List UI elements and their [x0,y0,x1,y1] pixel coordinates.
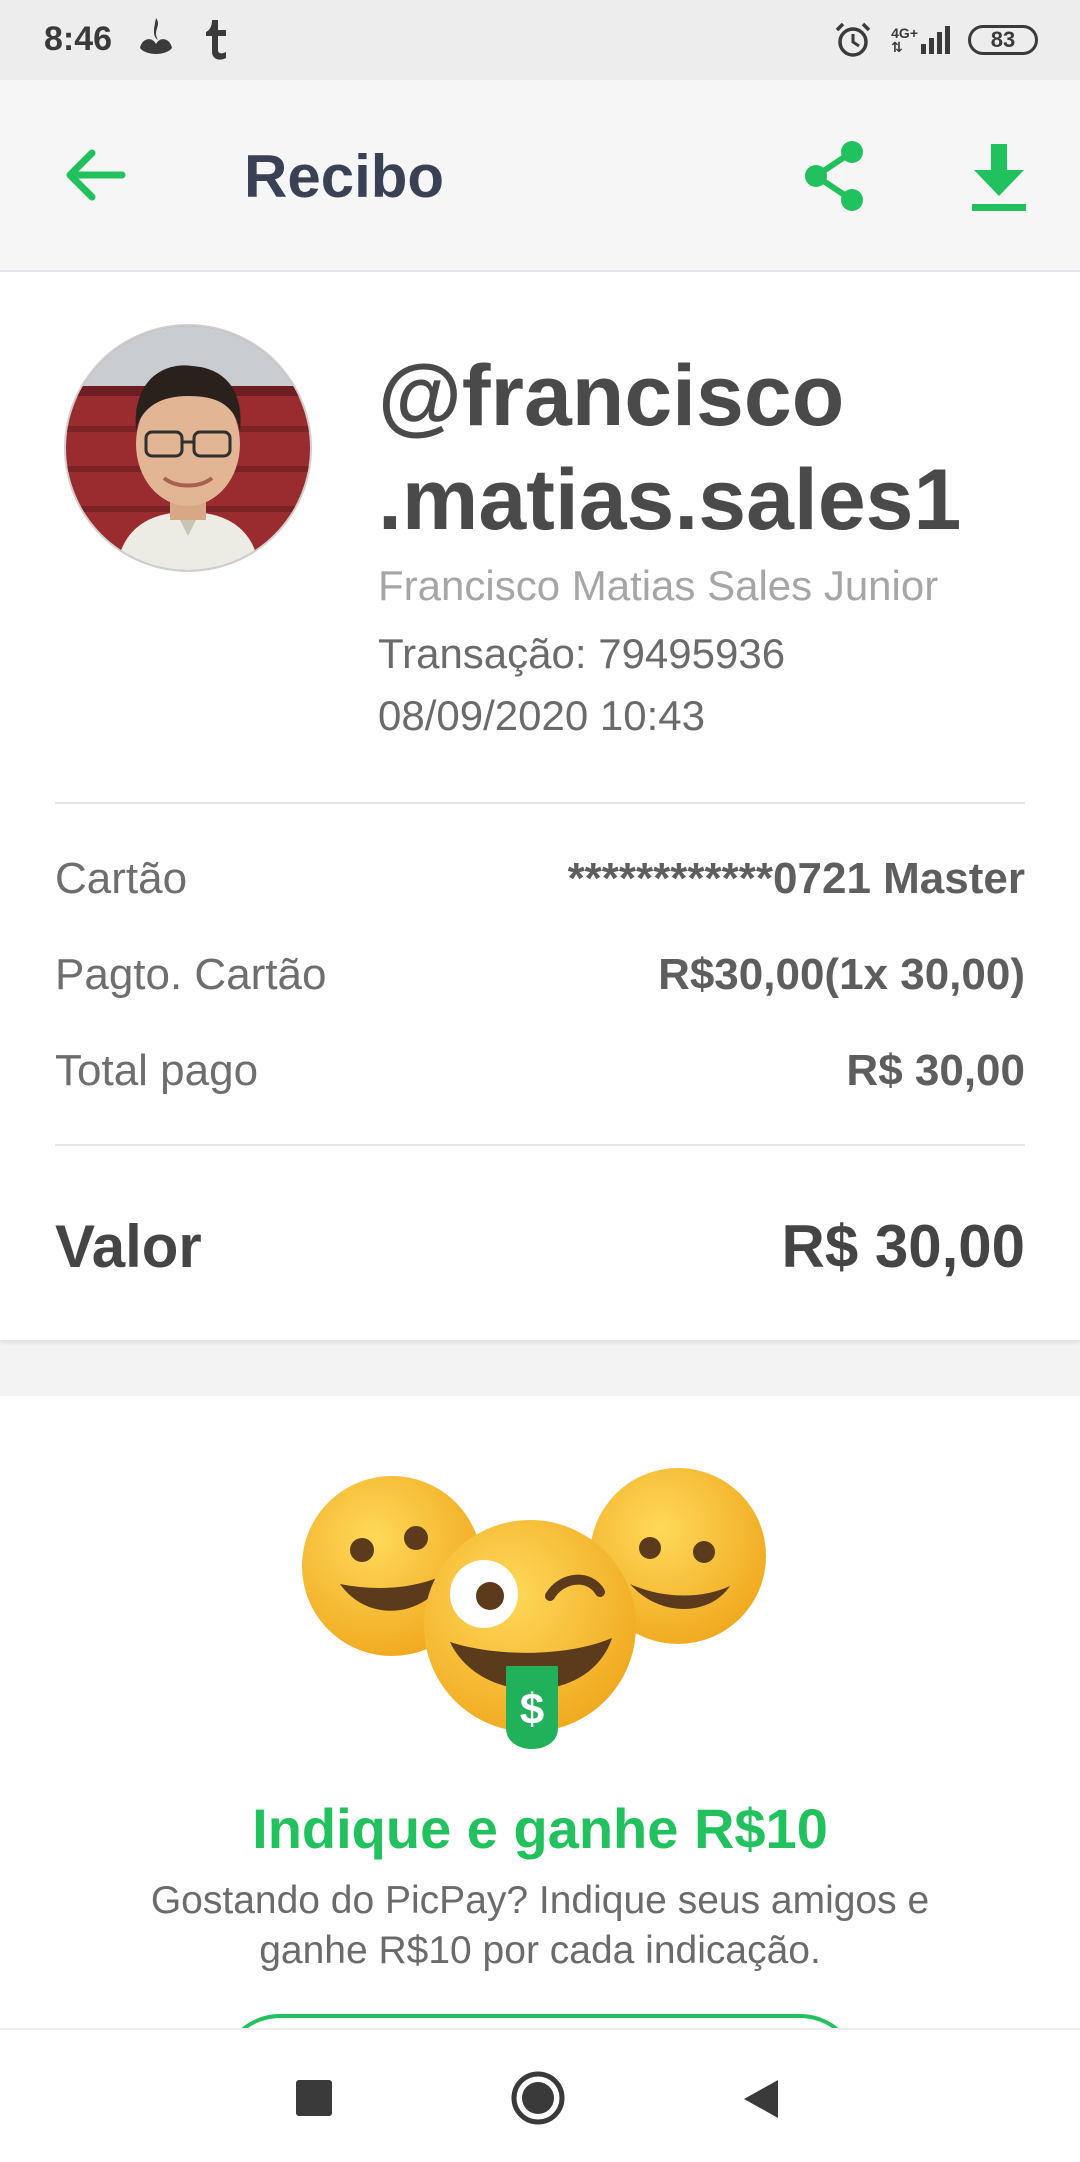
promo-description: Gostando do PicPay? Indique seus amigos … [150,1879,930,1972]
recents-icon[interactable] [296,2080,332,2116]
full-name: Francisco Matias Sales Junior [378,562,939,609]
amount-value: R$ 30,00 [781,1213,1025,1280]
referral-card: $ Indique e ganhe R$10 Gostando do PicPa… [0,1396,1080,2134]
battery-icon: 83 [968,25,1038,55]
emoji-illustration: $ [302,1468,766,1749]
alarm-icon [835,22,871,57]
network-type: 4G+ [891,25,918,41]
receipt-card: @francisco .matias.sales1 Francisco Mati… [0,272,1080,1340]
home-icon[interactable] [510,2070,566,2126]
transaction-id: Transação: 79495936 [378,630,786,677]
signal-icon: 4G+ ⇅ [891,26,950,54]
back-arrow-icon[interactable] [60,145,130,205]
system-nav-bar [0,2028,1080,2162]
coin-symbol: $ [520,1685,544,1734]
santander-icon [140,18,172,54]
share-icon[interactable] [800,138,870,214]
app-bar: Recibo [0,80,1080,272]
page-title: Recibo [244,143,445,210]
download-icon[interactable] [964,140,1034,216]
tumblr-icon [206,20,226,60]
total-paid-label: Total pago [55,1046,259,1095]
status-time: 8:46 [44,20,113,58]
battery-level: 83 [990,27,1016,52]
status-bar: 8:46 4G+ ⇅ 83 [0,0,1080,80]
card-payment-value: R$30,00(1x 30,00) [658,950,1025,999]
amount-label: Valor [55,1213,202,1280]
promo-title: Indique e ganhe R$10 [252,1797,828,1860]
card-payment-label: Pagto. Cartão [55,950,327,999]
profile-photo [66,326,310,570]
username: @francisco .matias.sales1 [378,348,962,548]
divider [55,802,1025,804]
transaction-datetime: 08/09/2020 10:43 [378,692,705,739]
back-icon[interactable] [740,2076,782,2122]
avatar[interactable] [66,326,310,570]
card-label: Cartão [55,854,188,903]
total-paid-value: R$ 30,00 [846,1046,1025,1095]
divider [55,1144,1025,1146]
card-value: ************0721 Master [567,854,1025,903]
status-indicators: 4G+ ⇅ 83 [833,18,1038,62]
